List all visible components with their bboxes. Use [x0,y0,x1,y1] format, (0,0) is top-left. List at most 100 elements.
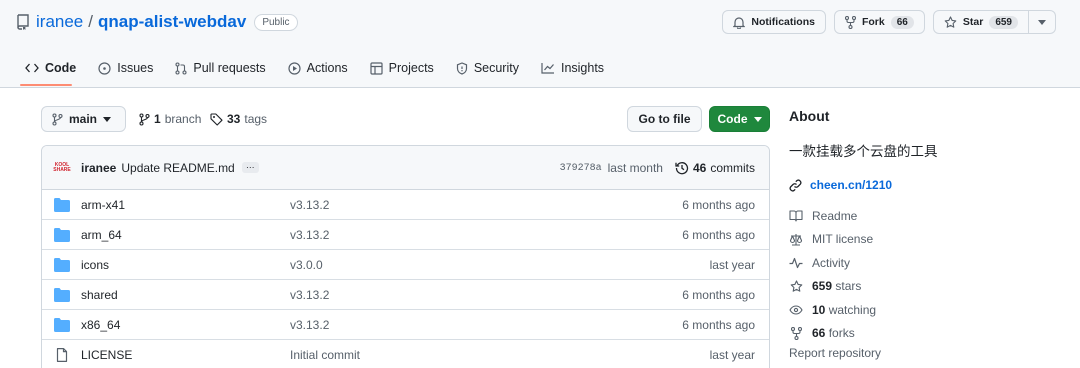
file-name-link[interactable]: arm-x41 [81,190,125,220]
website-link[interactable]: cheen.cn/1210 [789,178,1049,192]
tab-issues-label: Issues [117,61,154,75]
pull-request-icon [175,61,187,75]
file-name-link[interactable]: LICENSE [81,340,132,368]
forks-label: forks [828,326,855,341]
notifications-button[interactable]: Notifications [722,10,826,34]
branch-bar: main 1 branch 33 tags Go to file Code [41,106,770,132]
license-link[interactable]: MIT license [789,228,1049,252]
go-to-file-button[interactable]: Go to file [627,106,702,132]
repo-tabs: Code Issues Pull requests Actions Projec… [16,52,613,88]
file-browser: KOOL SHARE iranee Update README.md … 379… [41,145,770,368]
law-icon [789,232,803,246]
tags-count: 33 [227,112,241,126]
commits-label: commits [710,161,755,175]
tab-pull-requests[interactable]: Pull requests [166,52,274,84]
fork-count: 66 [890,15,914,29]
star-button-group: Star 659 [932,10,1056,34]
file-commit-message[interactable]: v3.13.2 [290,190,329,220]
watching-link[interactable]: 10 watching [789,298,1049,322]
file-age: last year [709,258,755,272]
pulse-icon [789,256,803,270]
commit-time: last month [607,161,663,175]
tab-security[interactable]: Security [447,52,528,84]
star-button[interactable]: Star 659 [932,10,1029,34]
fork-button[interactable]: Fork 66 [833,10,925,34]
graph-icon [541,62,555,74]
code-icon [25,63,39,73]
file-row[interactable]: arm-x41 v3.13.2 6 months ago [42,190,769,220]
star-dropdown-button[interactable] [1029,10,1056,34]
folder-icon [54,318,70,332]
visibility-badge: Public [254,13,298,31]
tab-code-label: Code [45,61,77,75]
forks-link[interactable]: 66 forks [789,322,1049,346]
tab-projects-label: Projects [388,61,434,75]
file-row[interactable]: icons v3.0.0 last year [42,250,769,280]
stars-link[interactable]: 659 stars [789,275,1049,299]
file-row[interactable]: shared v3.13.2 6 months ago [42,280,769,310]
shield-icon [456,61,468,75]
fork-label: Fork [861,16,885,28]
report-repository-link[interactable]: Report repository [789,346,1049,360]
file-name-link[interactable]: x86_64 [81,310,120,340]
commit-author-link[interactable]: iranee [81,161,116,175]
file-row[interactable]: LICENSE Initial commit last year [42,340,769,368]
avatar[interactable]: KOOL SHARE [53,160,71,176]
watching-label: watching [828,302,877,317]
tab-issues[interactable]: Issues [89,52,162,84]
repo-name-link[interactable]: qnap-alist-webdav [98,12,246,32]
fork-icon [789,326,803,340]
star-icon [944,15,957,29]
file-icon [54,348,70,362]
file-row[interactable]: x86_64 v3.13.2 6 months ago [42,310,769,340]
readme-link[interactable]: Readme [789,204,1049,228]
tab-insights[interactable]: Insights [532,52,613,84]
branch-select-button[interactable]: main [41,106,126,132]
repo-owner-link[interactable]: iranee [36,12,83,32]
commit-expand-button[interactable]: … [241,161,259,173]
code-dropdown-button[interactable]: Code [709,106,770,132]
git-branch-icon [139,112,150,126]
file-name-link[interactable]: icons [81,250,109,280]
about-sidebar: About 一款挂载多个云盘的工具 cheen.cn/1210 Readme M… [789,108,1049,360]
notifications-label: Notifications [751,16,815,28]
issue-icon [98,61,111,75]
file-name-link[interactable]: arm_64 [81,220,122,250]
branches-label: branch [164,112,202,126]
file-commit-message[interactable]: v3.13.2 [290,280,329,310]
branch-name: main [69,112,98,126]
branches-count: 1 [154,112,161,126]
repo-description: 一款挂载多个云盘的工具 [789,144,938,159]
folder-icon [54,258,70,272]
activity-link[interactable]: Activity [789,251,1049,275]
tags-link[interactable]: 33 tags [210,106,267,132]
repo-header: iranee / qnap-alist-webdav Public Notifi… [0,0,1080,88]
fork-icon [844,15,856,29]
file-age: 6 months ago [682,198,755,212]
file-name-link[interactable]: shared [81,280,118,310]
file-commit-message[interactable]: v3.13.2 [290,220,329,250]
tab-security-label: Security [473,61,519,75]
tab-actions[interactable]: Actions [279,52,357,84]
folder-icon [54,288,70,302]
commit-sha-link[interactable]: 379278a [560,163,602,174]
git-branch-icon [52,112,63,126]
file-row[interactable]: arm_64 v3.13.2 6 months ago [42,220,769,250]
commit-meta: 379278a last month 46 commits [560,146,755,190]
table-icon [370,61,383,75]
star-icon [789,279,803,293]
tab-code[interactable]: Code [16,52,85,84]
repo-icon [16,14,30,30]
branches-link[interactable]: 1 branch [139,106,201,132]
tab-actions-label: Actions [306,61,348,75]
commits-history-link[interactable]: 46 commits [675,161,755,175]
tab-insights-label: Insights [560,61,605,75]
forks-count: 66 [812,326,826,341]
file-commit-message[interactable]: Initial commit [290,340,360,368]
file-commit-message[interactable]: v3.13.2 [290,310,329,340]
book-icon [789,209,803,223]
file-commit-message[interactable]: v3.0.0 [290,250,323,280]
commit-message-link[interactable]: Update README.md [121,161,234,175]
caret-down-icon [1038,19,1046,25]
tab-projects[interactable]: Projects [361,52,443,84]
